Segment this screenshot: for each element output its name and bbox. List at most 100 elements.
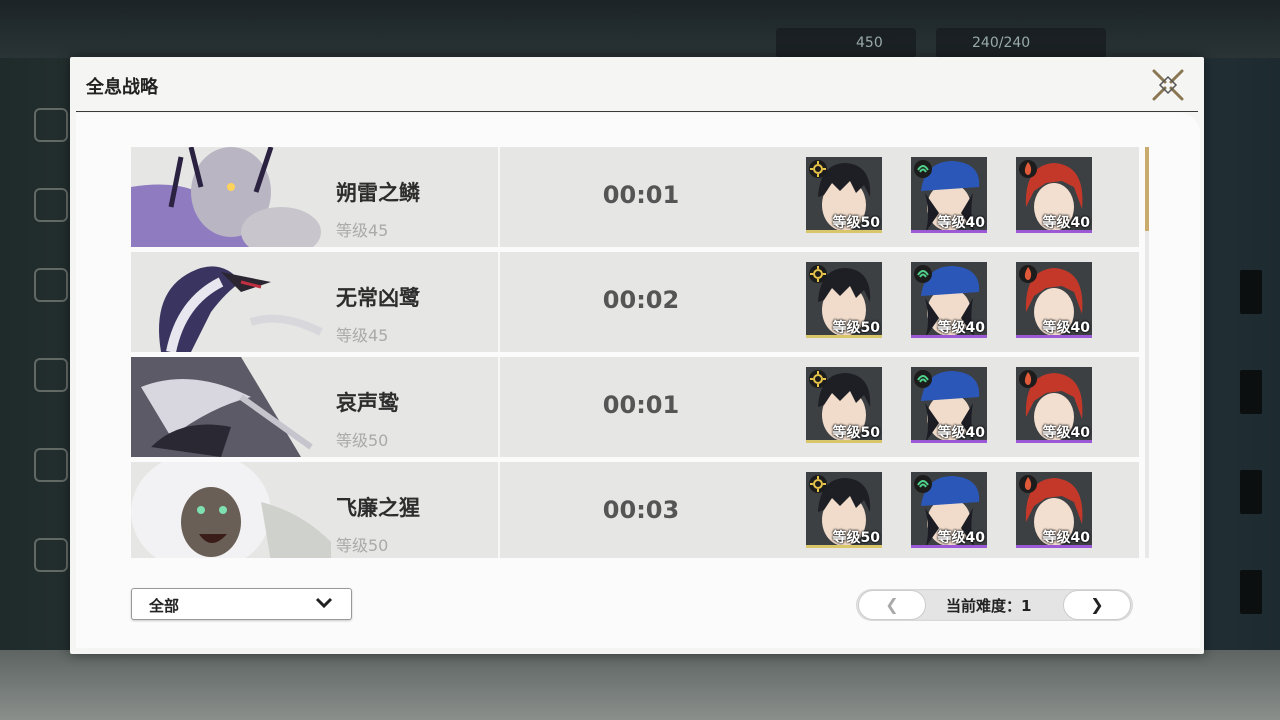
floor-background [0, 650, 1280, 720]
menu-icon [34, 448, 68, 482]
rarity-bar [911, 440, 987, 443]
boss-level: 等级45 [336, 221, 389, 240]
header-divider [76, 111, 1198, 112]
member-level: 等级40 [937, 530, 985, 546]
modal-title: 全息战略 [86, 77, 158, 98]
list-item[interactable]: 朔雷之鳞 等级45 00:01 等级50 等级40 等级40 [131, 147, 1139, 247]
team-member-2[interactable]: 等级40 [911, 262, 987, 338]
row-divider [498, 357, 500, 457]
team-member-1[interactable]: 等级50 [806, 367, 882, 443]
row-divider [498, 252, 500, 352]
fusion-element-icon [1019, 160, 1037, 178]
team-member-1[interactable]: 等级50 [806, 262, 882, 338]
spectro-element-icon [809, 475, 827, 493]
boss-image-icon [131, 147, 331, 247]
member-level: 等级40 [1042, 425, 1090, 441]
member-level: 等级50 [832, 425, 880, 441]
member-level: 等级50 [832, 320, 880, 336]
boss-image-icon [131, 252, 331, 352]
spectro-element-icon [809, 265, 827, 283]
rarity-bar [806, 545, 882, 548]
rarity-bar [911, 230, 987, 233]
team-member-3[interactable]: 等级40 [1016, 262, 1092, 338]
boss-record-list[interactable]: 朔雷之鳞 等级45 00:01 等级50 等级40 等级40 无常凶鹭 等级45… [131, 147, 1139, 558]
holographic-strategy-modal: 全息战略 朔雷之鳞 等级45 00:01 等级50 等级40 等级40 无常凶鹭… [70, 57, 1204, 654]
list-item[interactable]: 哀声鸷 等级50 00:01 等级50 等级40 等级40 [131, 357, 1139, 457]
background-pillars [1220, 200, 1280, 640]
chevron-down-icon [315, 597, 333, 609]
spectro-element-icon [809, 370, 827, 388]
row-divider [498, 462, 500, 558]
aero-element-icon [914, 160, 932, 178]
aero-element-icon [914, 265, 932, 283]
close-button[interactable] [1150, 67, 1186, 103]
aero-element-icon [914, 370, 932, 388]
boss-portrait [131, 147, 331, 247]
boss-image-icon [131, 462, 331, 558]
rarity-bar [806, 230, 882, 233]
list-item[interactable]: 飞廉之猩 等级50 00:03 等级50 等级40 等级40 [131, 462, 1139, 558]
boss-level: 等级50 [336, 536, 389, 555]
difficulty-pager: ❮ 当前难度：1 ❯ [856, 589, 1133, 621]
boss-name: 无常凶鹭 [336, 286, 420, 310]
currency-display: 450 [776, 28, 916, 58]
rarity-bar [1016, 230, 1092, 233]
team-member-3[interactable]: 等级40 [1016, 472, 1092, 548]
menu-icon [34, 108, 68, 142]
boss-name: 朔雷之鳞 [336, 181, 420, 205]
currency-value: 450 [856, 35, 883, 51]
rarity-bar [911, 545, 987, 548]
member-level: 等级40 [937, 215, 985, 231]
boss-level: 等级45 [336, 326, 389, 345]
member-level: 等级40 [937, 425, 985, 441]
scrollbar-thumb[interactable] [1145, 147, 1149, 231]
team-member-3[interactable]: 等级40 [1016, 367, 1092, 443]
rarity-bar [1016, 335, 1092, 338]
boss-level: 等级50 [336, 431, 389, 450]
rarity-bar [806, 440, 882, 443]
rarity-bar [806, 335, 882, 338]
filter-selected-value: 全部 [149, 597, 180, 615]
team-member-3[interactable]: 等级40 [1016, 157, 1092, 233]
boss-portrait [131, 462, 331, 558]
menu-icon [34, 358, 68, 392]
close-icon [1152, 69, 1184, 101]
fusion-element-icon [1019, 265, 1037, 283]
boss-image-icon [131, 357, 331, 457]
member-level: 等级50 [832, 530, 880, 546]
menu-icon [34, 268, 68, 302]
difficulty-label: 当前难度：1 [946, 595, 1031, 616]
team-member-1[interactable]: 等级50 [806, 472, 882, 548]
team-member-2[interactable]: 等级40 [911, 367, 987, 443]
stamina-value: 240/240 [972, 35, 1031, 51]
member-level: 等级40 [1042, 215, 1090, 231]
team-member-2[interactable]: 等级40 [911, 472, 987, 548]
aero-element-icon [914, 475, 932, 493]
next-difficulty-button[interactable]: ❯ [1063, 590, 1131, 620]
boss-name: 飞廉之猩 [336, 496, 420, 520]
side-menu-background [0, 58, 72, 658]
menu-icon [34, 188, 68, 222]
spectro-element-icon [809, 160, 827, 178]
clear-time: 00:01 [602, 391, 680, 419]
boss-portrait [131, 357, 331, 457]
rarity-bar [1016, 440, 1092, 443]
member-level: 等级40 [1042, 320, 1090, 336]
clear-time: 00:01 [602, 181, 680, 209]
modal-header: 全息战略 [70, 57, 1204, 111]
filter-dropdown[interactable]: 全部 [131, 588, 352, 620]
menu-icon [34, 538, 68, 572]
list-scrollbar[interactable] [1145, 147, 1149, 558]
stamina-display: 240/240 [936, 28, 1106, 58]
difficulty-value: 1 [1021, 597, 1032, 615]
difficulty-label-text: 当前难度： [946, 597, 1022, 615]
rarity-bar [1016, 545, 1092, 548]
team-member-1[interactable]: 等级50 [806, 157, 882, 233]
member-level: 等级40 [937, 320, 985, 336]
row-divider [498, 147, 500, 247]
list-item[interactable]: 无常凶鹭 等级45 00:02 等级50 等级40 等级40 [131, 252, 1139, 352]
fusion-element-icon [1019, 370, 1037, 388]
previous-difficulty-button[interactable]: ❮ [858, 590, 926, 620]
team-member-2[interactable]: 等级40 [911, 157, 987, 233]
boss-name: 哀声鸷 [336, 391, 399, 415]
